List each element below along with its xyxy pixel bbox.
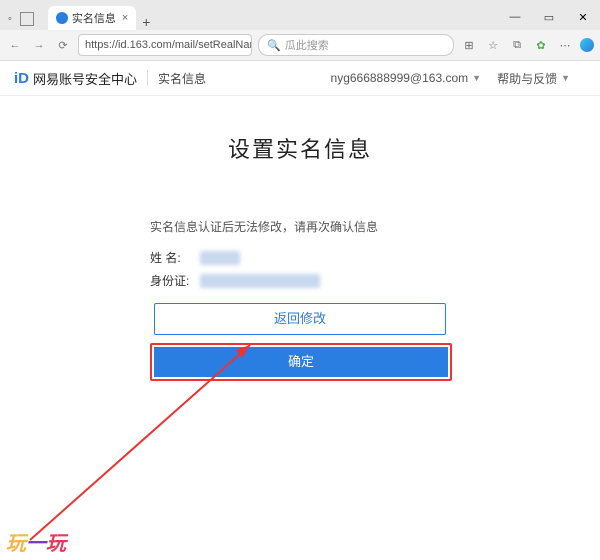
warning-text: 实名信息认证后无法修改，请再次确认信息: [150, 218, 450, 235]
window-titlebar: ◦ 实名信息 × + — ▭ ✕: [0, 0, 600, 30]
watermark: 玩一玩: [6, 527, 66, 556]
tab-favicon: [56, 12, 68, 24]
confirm-button-highlight: 确定: [150, 343, 452, 381]
account-dropdown-icon[interactable]: ▼: [472, 73, 481, 83]
new-tab-button[interactable]: +: [136, 14, 156, 30]
forward-button[interactable]: →: [30, 39, 48, 51]
address-bar[interactable]: https://id.163.com/mail/setRealName.ht..…: [78, 34, 252, 56]
name-row: 姓 名:: [150, 249, 450, 266]
back-button[interactable]: ←: [6, 39, 24, 51]
page-title: 设置实名信息: [0, 132, 600, 164]
url-text: https://id.163.com/mail/setRealName.ht..…: [85, 39, 252, 51]
maximize-button[interactable]: ▭: [532, 4, 566, 30]
copilot-icon[interactable]: [580, 38, 594, 52]
profile-icon[interactable]: ◦: [8, 13, 12, 25]
main-content: 设置实名信息 实名信息认证后无法修改，请再次确认信息 姓 名: 身份证: 返回修…: [0, 96, 600, 381]
tab-title: 实名信息: [72, 10, 116, 26]
name-value-redacted: [200, 251, 240, 265]
window-close-button[interactable]: ✕: [566, 4, 600, 30]
site-header: iD 网易账号安全中心 实名信息 nyg666888999@163.com ▼ …: [0, 61, 600, 96]
search-placeholder: 瓜此搜索: [285, 37, 329, 53]
browser-tab[interactable]: 实名信息 ×: [48, 6, 136, 30]
browser-toolbar: ← → ⟳ https://id.163.com/mail/setRealNam…: [0, 30, 600, 61]
account-email[interactable]: nyg666888999@163.com: [331, 71, 469, 85]
extensions-icon[interactable]: ⊞: [460, 39, 478, 52]
window-controls: — ▭ ✕: [498, 4, 600, 30]
titlebar-left-icons: ◦: [0, 8, 42, 30]
search-icon: 🔍: [267, 39, 281, 52]
collections-icon[interactable]: ⧉: [508, 39, 526, 52]
id-value-redacted: [200, 274, 320, 288]
back-button[interactable]: 返回修改: [154, 303, 446, 335]
breadcrumb: 实名信息: [158, 70, 206, 87]
form: 实名信息认证后无法修改，请再次确认信息 姓 名: 身份证: 返回修改 确定: [150, 218, 450, 381]
site-logo[interactable]: iD: [14, 70, 29, 87]
favorites-icon[interactable]: ☆: [484, 39, 502, 52]
minimize-button[interactable]: —: [498, 4, 532, 30]
help-link[interactable]: 帮助与反馈: [497, 70, 557, 87]
workspace-icon[interactable]: [20, 12, 34, 26]
search-box[interactable]: 🔍 瓜此搜索: [258, 34, 454, 56]
help-dropdown-icon[interactable]: ▼: [561, 73, 570, 83]
wechat-icon[interactable]: ✿: [532, 39, 550, 52]
id-label: 身份证:: [150, 272, 200, 289]
divider: [147, 70, 148, 86]
name-label: 姓 名:: [150, 249, 200, 266]
id-row: 身份证:: [150, 272, 450, 289]
confirm-button[interactable]: 确定: [154, 347, 448, 377]
site-brand[interactable]: 网易账号安全中心: [33, 69, 137, 88]
more-icon[interactable]: ⋯: [556, 39, 574, 52]
refresh-button[interactable]: ⟳: [54, 39, 72, 52]
tab-close-icon[interactable]: ×: [122, 12, 128, 24]
